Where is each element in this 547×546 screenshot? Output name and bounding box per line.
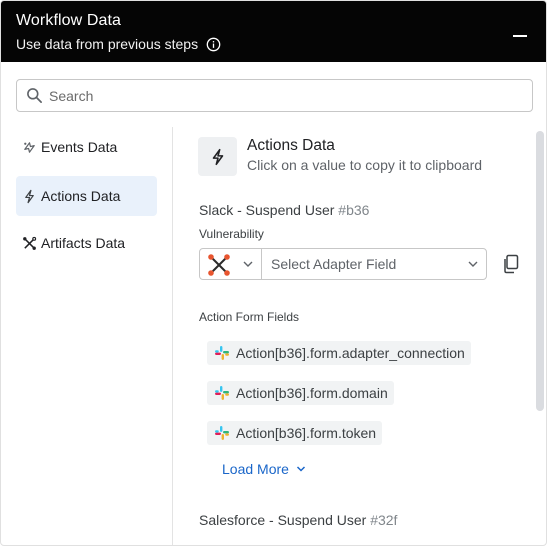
adapter-field-select: Select Adapter Field — [199, 248, 487, 280]
panel-subtitle-text: Use data from previous steps — [16, 36, 199, 52]
field-chip[interactable]: Action[b36].form.adapter_connection — [207, 341, 471, 365]
sidebar-item-label: Artifacts Data — [41, 235, 126, 251]
section-icon — [198, 137, 237, 176]
adapter-field-input[interactable]: Select Adapter Field — [271, 256, 396, 272]
field-chip[interactable]: Action[b36].form.domain — [207, 381, 394, 405]
copy-icon[interactable] — [502, 254, 520, 274]
panel-title: Workflow Data — [16, 12, 122, 29]
step-name: Salesforce - Suspend User — [199, 512, 367, 528]
field-chip[interactable]: Action[b36].form.token — [207, 421, 383, 445]
minimize-icon — [513, 35, 527, 37]
load-more-label: Load More — [222, 461, 289, 477]
sidebar-item-events-data[interactable]: Events Data — [16, 127, 157, 167]
sidebar-item-actions-data[interactable]: Actions Data — [16, 176, 157, 216]
step-hash: #b36 — [338, 202, 370, 218]
load-more-link[interactable]: Load More — [222, 461, 307, 477]
slack-icon — [215, 346, 229, 360]
vulnerability-label: Vulnerability — [199, 227, 264, 241]
chevron-down-icon[interactable] — [241, 257, 255, 271]
search-box — [16, 79, 533, 112]
step-title: Slack - Suspend User #b36 — [199, 202, 369, 218]
form-fields-label: Action Form Fields — [199, 310, 300, 324]
step-name: Slack - Suspend User — [199, 202, 335, 218]
sidebar-item-artifacts-data[interactable]: Artifacts Data — [16, 223, 157, 263]
step-title: Salesforce - Suspend User #32f — [199, 512, 397, 528]
events-icon — [21, 139, 37, 155]
search-input[interactable] — [49, 80, 519, 111]
actions-data-content: Actions Data Click on a value to copy it… — [174, 127, 546, 545]
collapse-button[interactable] — [510, 23, 532, 45]
step-hash: #32f — [370, 512, 398, 528]
chevron-down-icon — [296, 466, 305, 472]
sidebar-item-label: Events Data — [41, 139, 118, 155]
workflow-data-panel: Workflow Data Use data from previous ste… — [0, 0, 547, 546]
artifacts-icon — [21, 235, 37, 251]
sidebar: Events Data Actions Data Artifacts Data — [1, 127, 173, 545]
info-icon[interactable] — [206, 37, 221, 52]
search-icon — [26, 87, 43, 104]
field-chip-label: Action[b36].form.domain — [236, 385, 388, 401]
adapter-logo-dropdown[interactable] — [207, 253, 231, 277]
adapter-logo-icon — [208, 254, 230, 276]
sidebar-item-label: Actions Data — [41, 188, 121, 204]
chevron-down-icon[interactable] — [466, 257, 480, 271]
field-chip-label: Action[b36].form.adapter_connection — [236, 345, 465, 361]
section-subtitle: Click on a value to copy it to clipboard — [247, 157, 483, 173]
panel-header: Workflow Data Use data from previous ste… — [1, 1, 546, 62]
section-title: Actions Data — [247, 137, 335, 154]
slack-icon — [215, 426, 229, 440]
scrollbar[interactable] — [536, 131, 544, 411]
panel-subtitle: Use data from previous steps — [16, 36, 221, 52]
lightning-icon — [212, 148, 223, 165]
field-chip-label: Action[b36].form.token — [236, 425, 377, 441]
divider — [261, 249, 262, 279]
lightning-icon — [21, 188, 37, 204]
slack-icon — [215, 386, 229, 400]
